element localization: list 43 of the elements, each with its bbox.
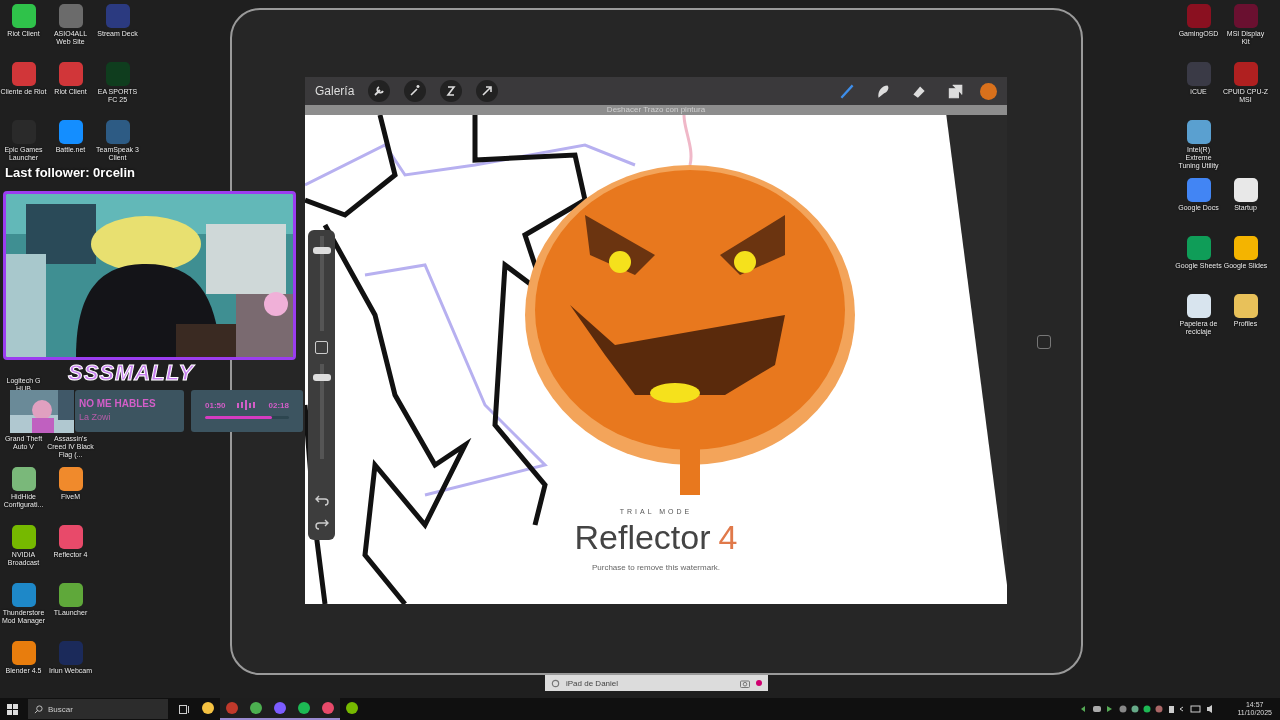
search-field[interactable]: Buscar xyxy=(28,699,168,719)
song-title: NO ME HABLES xyxy=(79,398,157,409)
elapsed-time: 01:50 xyxy=(205,400,226,410)
square-icon xyxy=(1037,335,1051,349)
windows-icon[interactable] xyxy=(6,703,18,715)
slider-thumb[interactable] xyxy=(312,246,331,254)
color-swatch[interactable] xyxy=(980,82,997,100)
watermark-version: 4 xyxy=(718,518,738,556)
selection-icon[interactable] xyxy=(440,80,463,102)
app-icon[interactable] xyxy=(346,702,358,714)
total-time: 02:18 xyxy=(268,400,289,410)
app-icon[interactable] xyxy=(250,702,262,714)
equalizer-icon xyxy=(236,400,258,410)
channel-name-text: SSSMALLY xyxy=(68,360,195,386)
app-icon[interactable] xyxy=(11,641,36,665)
square-button[interactable] xyxy=(315,341,328,354)
app-icon[interactable] xyxy=(1233,236,1258,260)
camera-icon[interactable] xyxy=(740,678,750,688)
app-icon[interactable] xyxy=(11,525,36,549)
app-icon[interactable] xyxy=(58,583,83,607)
app-icon[interactable] xyxy=(202,702,214,714)
app-icon[interactable] xyxy=(1233,178,1258,202)
settings-icon[interactable] xyxy=(551,678,560,688)
app-icon[interactable] xyxy=(298,702,310,714)
device-name: iPad de Daniel xyxy=(566,678,619,688)
watermark-note: Purchase to remove this watermark. xyxy=(591,563,720,572)
wand-icon[interactable] xyxy=(404,80,427,102)
search-icon xyxy=(34,705,43,714)
app-icon[interactable] xyxy=(1233,294,1258,318)
task-view-icon[interactable] xyxy=(178,704,190,714)
app-icon[interactable] xyxy=(58,467,83,491)
follower-text: Last follower: 0rcelin xyxy=(5,165,136,180)
slider-thumb[interactable] xyxy=(312,373,331,381)
app-icon[interactable] xyxy=(11,467,36,491)
app-icon[interactable] xyxy=(11,4,36,28)
gallery-button[interactable]: Galería xyxy=(315,84,355,98)
app-icon[interactable] xyxy=(1186,294,1211,318)
wrench-icon[interactable] xyxy=(368,80,391,102)
song-artist: La Zowi xyxy=(79,412,112,422)
record-dot[interactable] xyxy=(756,680,762,686)
app-icon[interactable] xyxy=(1186,120,1211,144)
watermark-title: Reflector xyxy=(574,518,711,556)
transform-icon[interactable] xyxy=(476,80,499,102)
